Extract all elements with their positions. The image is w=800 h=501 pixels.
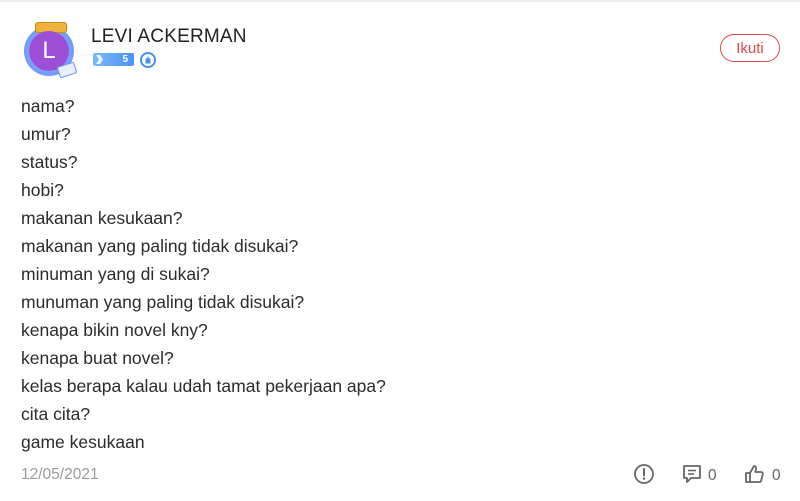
author-name[interactable]: LEVI ACKERMAN xyxy=(91,26,247,48)
post-line: munuman yang paling tidak disukai? xyxy=(21,292,305,312)
level-chevron-icon xyxy=(96,55,103,64)
follow-button[interactable]: Ikuti xyxy=(720,34,780,62)
post-line: umur? xyxy=(21,124,71,144)
exclamation-circle-icon xyxy=(634,464,654,484)
verified-badge-icon xyxy=(140,52,156,68)
comment-count: 0 xyxy=(708,467,717,484)
post-line: hobi? xyxy=(21,180,64,200)
thumbs-up-icon xyxy=(745,465,764,483)
post-line: status? xyxy=(21,152,78,172)
level-badge: 5 xyxy=(93,53,134,66)
avatar[interactable]: L xyxy=(22,22,78,79)
post-line: kelas berapa kalau udah tamat pekerjaan … xyxy=(21,376,386,396)
post-line: nama? xyxy=(21,96,75,116)
post-line: cita cita? xyxy=(21,404,91,424)
post-line: kenapa buat novel? xyxy=(21,348,174,368)
post-body: nama? umur? status? hobi? makanan kesuka… xyxy=(21,92,761,456)
post-footer: 12/05/2021 0 0 xyxy=(21,462,781,488)
post-header: L LEVI ACKERMAN 5 Ikuti xyxy=(22,22,780,79)
post-line: minuman yang di sukai? xyxy=(21,264,210,284)
top-divider xyxy=(0,0,800,2)
post-line: makanan yang paling tidak disukai? xyxy=(21,236,299,256)
post-line: makanan kesukaan? xyxy=(21,208,183,228)
like-count: 0 xyxy=(772,467,781,484)
comment-bubble-icon xyxy=(683,465,701,483)
post-line: game kesukaan xyxy=(21,432,145,452)
post-date: 12/05/2021 xyxy=(21,466,99,483)
report-button[interactable] xyxy=(633,463,655,485)
post-line: kenapa bikin novel kny? xyxy=(21,320,208,340)
level-number: 5 xyxy=(122,54,128,65)
